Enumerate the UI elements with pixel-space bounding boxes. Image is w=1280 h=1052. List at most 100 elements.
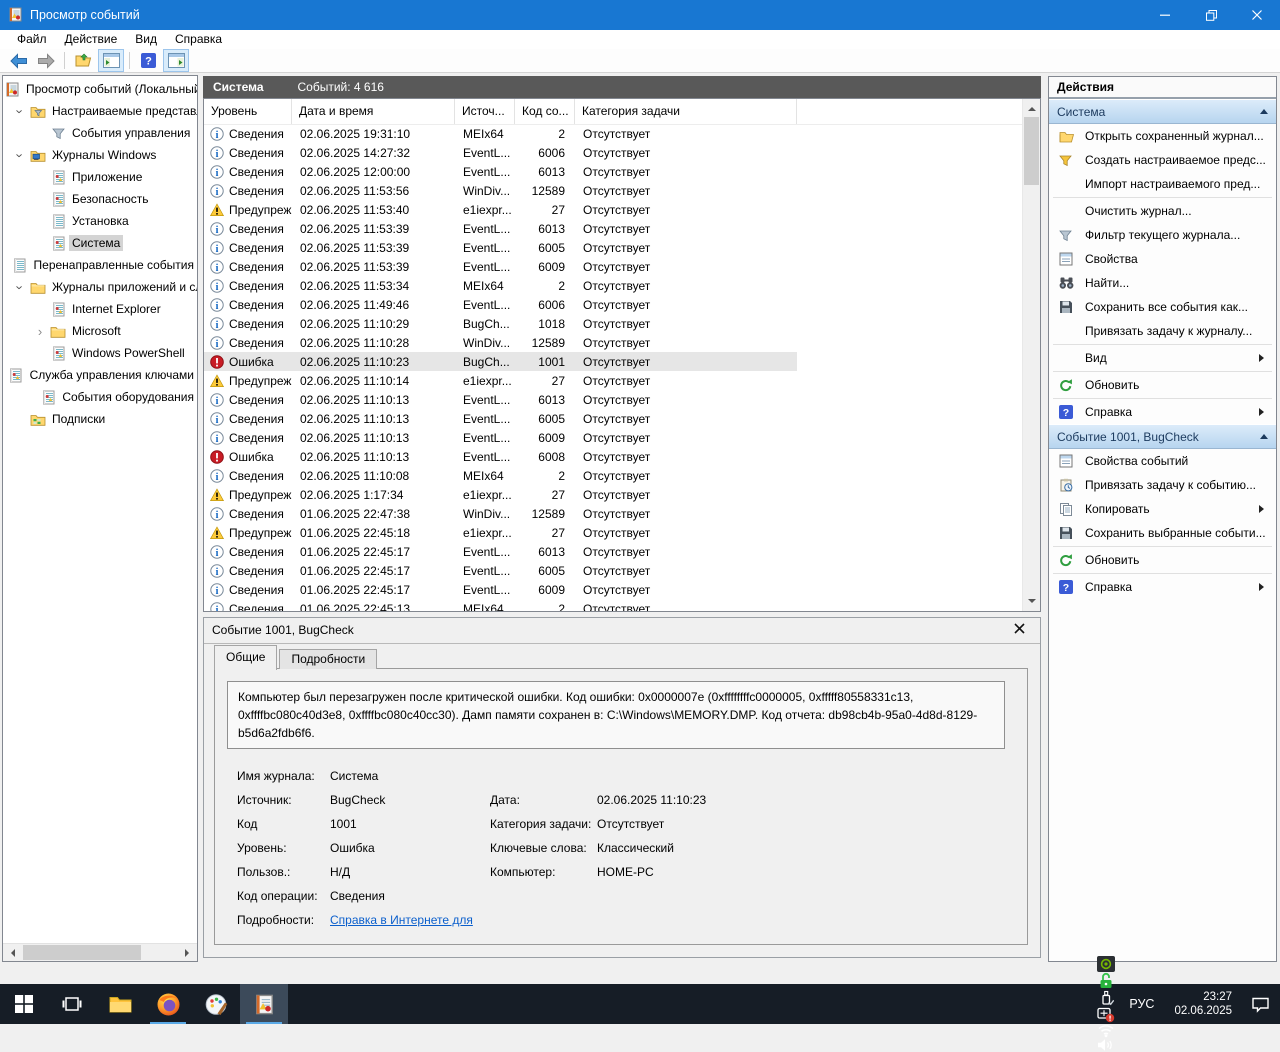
language-indicator[interactable]: РУС xyxy=(1123,997,1160,1011)
column-header-1[interactable]: Уровень xyxy=(204,99,292,124)
table-row-7[interactable]: iСведения02.06.2025 11:53:39EventL...600… xyxy=(204,238,1023,257)
vertical-scrollbar-thumb[interactable] xyxy=(1024,117,1039,185)
nvidia-tray-icon[interactable] xyxy=(1095,956,1117,972)
defender-tray-icon[interactable] xyxy=(1095,1006,1117,1023)
tree-item-7[interactable]: Система xyxy=(3,232,197,254)
table-row-19[interactable]: iСведения02.06.2025 11:10:08MEIx642Отсут… xyxy=(204,466,1023,485)
action-item[interactable]: Свойства событий xyxy=(1049,449,1276,473)
table-row-13[interactable]: Ошибка02.06.2025 11:10:23BugCh...1001Отс… xyxy=(204,352,1023,371)
table-row-5[interactable]: Предупреж...02.06.2025 11:53:40e1iexpr..… xyxy=(204,200,1023,219)
explorer-taskbar-button[interactable] xyxy=(96,984,144,1024)
tree-item-15[interactable]: Подписки xyxy=(3,408,197,430)
firefox-taskbar-button[interactable] xyxy=(144,984,192,1024)
table-row-24[interactable]: iСведения01.06.2025 22:45:17EventL...600… xyxy=(204,561,1023,580)
action-item[interactable]: Открыть сохраненный журнал... xyxy=(1049,124,1276,148)
table-row-14[interactable]: Предупреж...02.06.2025 11:10:14e1iexpr..… xyxy=(204,371,1023,390)
tree-item-13[interactable]: Служба управления ключами xyxy=(3,364,197,386)
table-row-10[interactable]: iСведения02.06.2025 11:49:46EventL...600… xyxy=(204,295,1023,314)
tree-item-9[interactable]: ›Журналы приложений и служб xyxy=(3,276,197,298)
action-item[interactable]: Обновить xyxy=(1049,373,1276,397)
table-vertical-scrollbar[interactable] xyxy=(1022,99,1040,611)
scroll-down-arrow-icon[interactable] xyxy=(1023,594,1040,611)
action-item[interactable]: Копировать xyxy=(1049,497,1276,521)
tree-item-5[interactable]: Безопасность xyxy=(3,188,197,210)
action-item[interactable]: Найти... xyxy=(1049,271,1276,295)
table-row-11[interactable]: iСведения02.06.2025 11:10:29BugCh...1018… xyxy=(204,314,1023,333)
show-action-pane-button[interactable] xyxy=(163,49,189,72)
table-row-25[interactable]: iСведения01.06.2025 22:45:17EventL...600… xyxy=(204,580,1023,599)
tree-item-12[interactable]: Windows PowerShell xyxy=(3,342,197,364)
action-item[interactable]: Привязать задачу к журналу... xyxy=(1049,319,1276,343)
tab-details[interactable]: Подробности xyxy=(279,649,377,669)
action-item[interactable]: Обновить xyxy=(1049,548,1276,572)
table-row-23[interactable]: iСведения01.06.2025 22:45:17EventL...601… xyxy=(204,542,1023,561)
collapse-arrow-icon[interactable] xyxy=(1260,430,1268,439)
action-center-icon[interactable] xyxy=(1246,996,1274,1013)
actions-group-header-2[interactable]: Событие 1001, BugCheck xyxy=(1049,424,1276,449)
usb-tray-icon[interactable] xyxy=(1095,989,1117,1006)
menu-item-1[interactable]: Файл xyxy=(8,30,56,49)
action-item[interactable]: Вид xyxy=(1049,346,1276,370)
task-view-taskbar-button[interactable] xyxy=(48,984,96,1024)
table-row-15[interactable]: iСведения02.06.2025 11:10:13EventL...601… xyxy=(204,390,1023,409)
menu-item-2[interactable]: Действие xyxy=(56,30,127,49)
table-row-17[interactable]: iСведения02.06.2025 11:10:13EventL...600… xyxy=(204,428,1023,447)
column-header-5[interactable]: Категория задачи xyxy=(575,99,797,124)
chevron-down-icon[interactable]: › xyxy=(13,102,28,120)
forward-button[interactable] xyxy=(33,49,59,72)
column-header-4[interactable]: Код со... xyxy=(515,99,575,124)
table-row-2[interactable]: iСведения02.06.2025 14:27:32EventL...600… xyxy=(204,143,1023,162)
column-header-3[interactable]: Источ... xyxy=(455,99,515,124)
volume-tray-icon[interactable] xyxy=(1095,1038,1117,1052)
table-row-21[interactable]: iСведения01.06.2025 22:47:38WinDiv...125… xyxy=(204,504,1023,523)
tree-horizontal-scrollbar[interactable] xyxy=(3,943,197,961)
action-item[interactable]: ?Справка xyxy=(1049,575,1276,599)
chevron-down-icon[interactable]: › xyxy=(13,146,28,164)
horizontal-scrollbar-thumb[interactable] xyxy=(23,945,141,960)
table-row-20[interactable]: Предупреж...02.06.2025 1:17:34e1iexpr...… xyxy=(204,485,1023,504)
action-item[interactable]: Сохранить все события как... xyxy=(1049,295,1276,319)
chevron-right-icon[interactable]: › xyxy=(31,324,49,339)
restore-button[interactable] xyxy=(1188,0,1234,30)
scroll-left-arrow-icon[interactable] xyxy=(3,944,20,961)
action-item[interactable]: Очистить журнал... xyxy=(1049,199,1276,223)
tree-item-6[interactable]: Установка xyxy=(3,210,197,232)
back-button[interactable] xyxy=(5,49,31,72)
menu-item-3[interactable]: Вид xyxy=(126,30,166,49)
column-header-2[interactable]: Дата и время xyxy=(292,99,455,124)
collapse-arrow-icon[interactable] xyxy=(1260,105,1268,114)
table-row-26[interactable]: iСведения01.06.2025 22:45:13MEIx642Отсут… xyxy=(204,599,1023,611)
table-row-4[interactable]: iСведения02.06.2025 11:53:56WinDiv...125… xyxy=(204,181,1023,200)
table-row-6[interactable]: iСведения02.06.2025 11:53:39EventL...601… xyxy=(204,219,1023,238)
action-item[interactable]: Сохранить выбранные событи... xyxy=(1049,521,1276,545)
tree-item-14[interactable]: События оборудования xyxy=(3,386,197,408)
chevron-down-icon[interactable]: › xyxy=(13,278,28,296)
action-item[interactable]: Привязать задачу к событию... xyxy=(1049,473,1276,497)
table-row-3[interactable]: iСведения02.06.2025 12:00:00EventL...601… xyxy=(204,162,1023,181)
table-row-9[interactable]: iСведения02.06.2025 11:53:34MEIx642Отсут… xyxy=(204,276,1023,295)
import-custom-view-button[interactable] xyxy=(70,49,96,72)
close-preview-icon[interactable] xyxy=(1014,623,1028,637)
actions-group-header-1[interactable]: Система xyxy=(1049,99,1276,124)
help-button[interactable]: ? xyxy=(135,49,161,72)
tab-general[interactable]: Общие xyxy=(214,645,277,670)
tree-item-10[interactable]: Internet Explorer xyxy=(3,298,197,320)
action-item[interactable]: Импорт настраиваемого пред... xyxy=(1049,172,1276,196)
start-taskbar-button[interactable] xyxy=(0,984,48,1024)
tree-item-8[interactable]: Перенаправленные события xyxy=(3,254,197,276)
table-row-18[interactable]: Ошибка02.06.2025 11:10:13EventL...6008От… xyxy=(204,447,1023,466)
tree-item-2[interactable]: События управления xyxy=(3,122,197,144)
scroll-right-arrow-icon[interactable] xyxy=(180,944,197,961)
action-item[interactable]: Свойства xyxy=(1049,247,1276,271)
table-row-8[interactable]: iСведения02.06.2025 11:53:39EventL...600… xyxy=(204,257,1023,276)
show-console-tree-button[interactable] xyxy=(98,49,124,72)
scroll-up-arrow-icon[interactable] xyxy=(1023,99,1040,116)
lock-tray-icon[interactable] xyxy=(1095,972,1117,989)
action-item[interactable]: Создать настраиваемое предс... xyxy=(1049,148,1276,172)
online-help-link[interactable]: Справка в Интернете для xyxy=(330,913,473,927)
table-row-12[interactable]: iСведения02.06.2025 11:10:28WinDiv...125… xyxy=(204,333,1023,352)
tree-item-1[interactable]: ›Настраиваемые представления xyxy=(3,100,197,122)
wifi-tray-icon[interactable] xyxy=(1095,1023,1117,1038)
close-button[interactable] xyxy=(1234,0,1280,30)
tree-item-0[interactable]: Просмотр событий (Локальный) xyxy=(3,78,197,100)
